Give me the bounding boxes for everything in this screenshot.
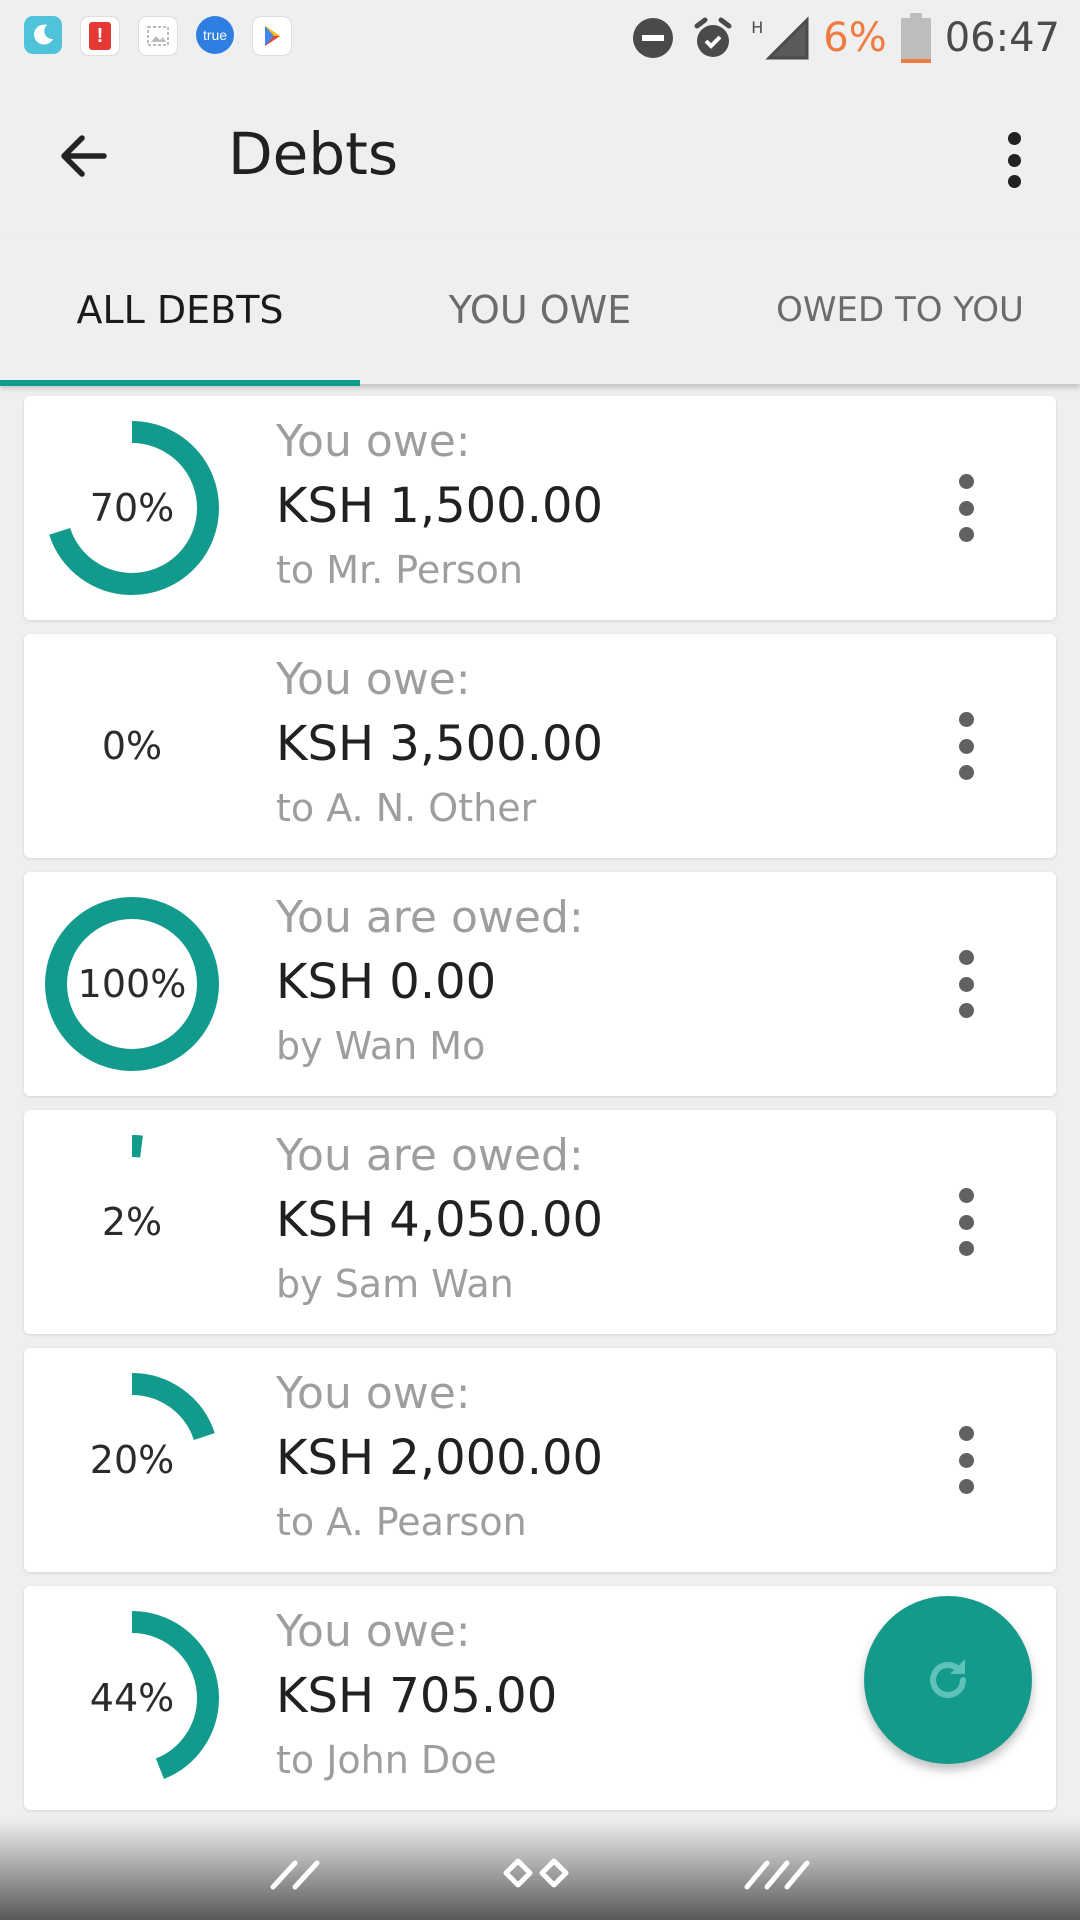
refresh-icon <box>930 1659 966 1698</box>
debt-party: by Sam Wan <box>276 1262 514 1306</box>
notification-icons: ! true <box>24 16 292 56</box>
debt-amount: KSH 3,500.00 <box>276 716 604 772</box>
debt-party: by Wan Mo <box>276 1024 486 1068</box>
progress-percent: 44% <box>89 1676 175 1720</box>
clock: 06:47 <box>944 15 1060 61</box>
recents-gesture-icon <box>744 1860 810 1890</box>
nav-recents-button[interactable] <box>736 1848 826 1898</box>
more-vert-icon <box>958 712 974 727</box>
alarm-icon <box>694 17 732 57</box>
more-vert-icon <box>1007 132 1021 145</box>
more-vert-icon <box>958 1188 974 1203</box>
back-button[interactable] <box>54 126 114 186</box>
tab-you-owe[interactable]: YOU OWE <box>360 236 720 384</box>
app-bar: Debts <box>0 76 1080 236</box>
debt-card[interactable]: 70% You owe: KSH 1,500.00 to Mr. Person <box>24 396 1056 620</box>
page-title: Debts <box>228 120 399 188</box>
debt-label: You are owed: <box>276 892 584 943</box>
card-menu-button[interactable] <box>956 474 976 542</box>
debt-label: You owe: <box>276 1606 471 1657</box>
card-menu-button[interactable] <box>956 950 976 1018</box>
card-menu-button[interactable] <box>956 1426 976 1494</box>
play-store-icon <box>252 16 292 56</box>
home-gesture-icon <box>503 1858 569 1888</box>
debt-amount: KSH 2,000.00 <box>276 1430 604 1486</box>
progress-percent: 100% <box>77 962 187 1006</box>
debt-label: You are owed: <box>276 1130 584 1181</box>
battery-icon <box>900 13 931 63</box>
debt-party: to A. N. Other <box>276 786 537 830</box>
tab-label: OWED TO YOU <box>776 290 1024 330</box>
system-icons: H 6% 06:47 <box>631 10 1060 66</box>
progress-percent: 70% <box>89 486 175 530</box>
progress-percent: 2% <box>101 1200 163 1244</box>
tab-all-debts[interactable]: ALL DEBTS <box>0 236 360 386</box>
arrow-back-icon <box>61 135 107 177</box>
tab-bar: ALL DEBTS YOU OWE OWED TO YOU <box>0 236 1080 386</box>
tab-label: ALL DEBTS <box>76 288 284 332</box>
status-bar: ! true H 6% 06:47 <box>0 0 1080 76</box>
moon-app-icon <box>24 16 62 54</box>
image-placeholder-icon <box>138 16 178 56</box>
refresh-fab[interactable] <box>864 1596 1032 1764</box>
debt-label: You owe: <box>276 1368 471 1419</box>
more-vert-icon <box>958 950 974 965</box>
do-not-disturb-icon <box>633 18 674 58</box>
alert-app-icon: ! <box>80 16 120 56</box>
debt-label: You owe: <box>276 654 471 705</box>
debt-party: to John Doe <box>276 1738 497 1782</box>
debt-amount: KSH 1,500.00 <box>276 478 604 534</box>
tab-label: YOU OWE <box>448 288 632 332</box>
network-type: H <box>751 18 764 37</box>
debt-label: You owe: <box>276 416 471 467</box>
debt-card[interactable]: 2% You are owed: KSH 4,050.00 by Sam Wan <box>24 1110 1056 1334</box>
battery-percent: 6% <box>823 15 887 61</box>
more-vert-icon <box>958 474 974 489</box>
tab-owed-to-you[interactable]: OWED TO YOU <box>720 236 1080 384</box>
more-vert-icon <box>958 1426 974 1441</box>
debt-amount: KSH 0.00 <box>276 954 497 1010</box>
debt-amount: KSH 4,050.00 <box>276 1192 604 1248</box>
system-nav-bar <box>0 1820 1080 1920</box>
progress-percent: 20% <box>89 1438 175 1482</box>
signal-icon <box>765 16 809 60</box>
nav-home-button[interactable] <box>495 1848 585 1898</box>
overflow-menu-button[interactable] <box>996 132 1032 188</box>
card-menu-button[interactable] <box>956 712 976 780</box>
debt-card[interactable]: 20% You owe: KSH 2,000.00 to A. Pearson <box>24 1348 1056 1572</box>
nav-back-button[interactable] <box>252 1848 342 1898</box>
back-gesture-icon <box>270 1860 320 1890</box>
debt-card[interactable]: 0% You owe: KSH 3,500.00 to A. N. Other <box>24 634 1056 858</box>
debt-amount: KSH 705.00 <box>276 1668 558 1724</box>
progress-percent: 0% <box>101 724 163 768</box>
true-app-icon: true <box>196 16 234 54</box>
debt-party: to A. Pearson <box>276 1500 527 1544</box>
tab-indicator <box>0 380 360 386</box>
true-app-badge: true <box>202 27 228 43</box>
debt-party: to Mr. Person <box>276 548 523 592</box>
debt-card[interactable]: 100% You are owed: KSH 0.00 by Wan Mo <box>24 872 1056 1096</box>
card-menu-button[interactable] <box>956 1188 976 1256</box>
